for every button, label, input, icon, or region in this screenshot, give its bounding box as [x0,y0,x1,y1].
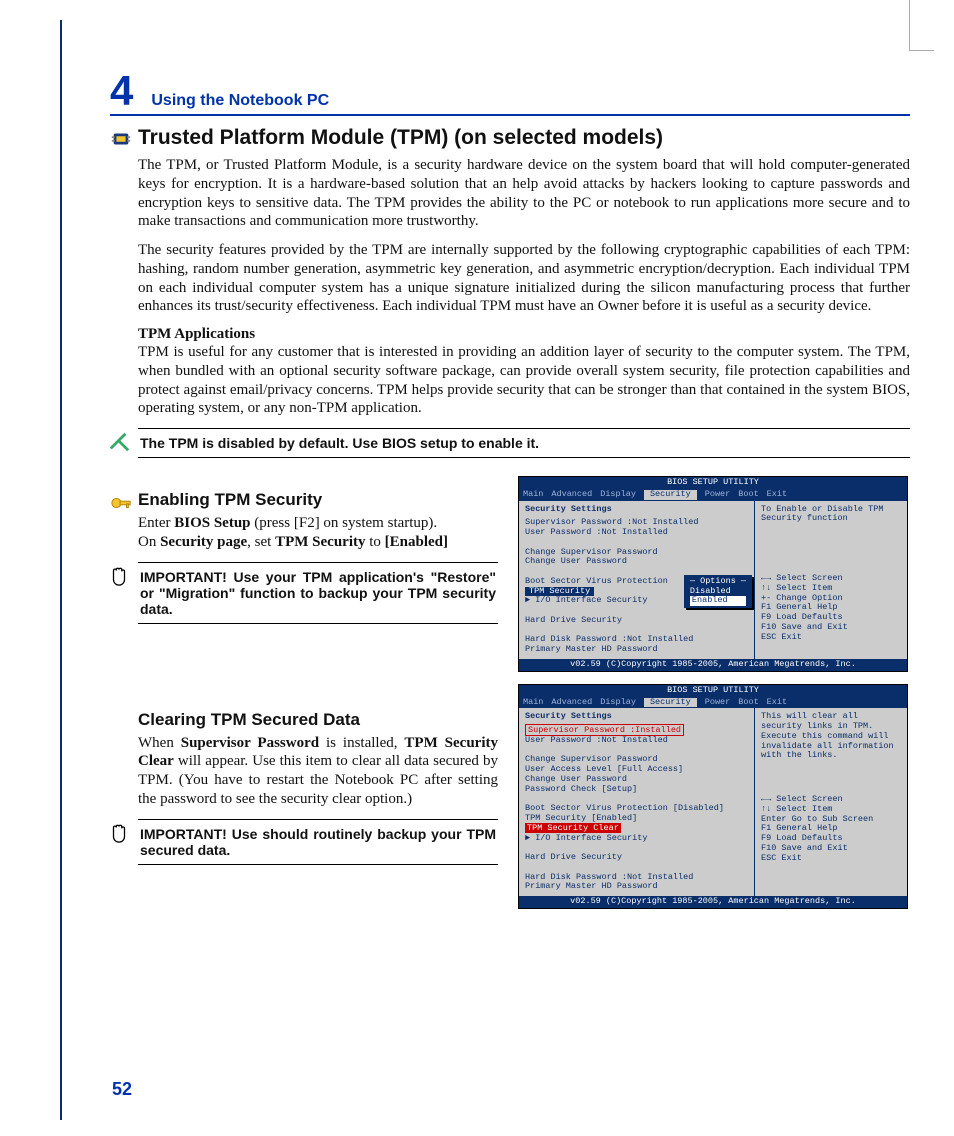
important-routine-backup: IMPORTANT! Use should routinely backup y… [138,819,498,865]
bios-help-panel: To Enable or Disable TPM Security functi… [754,501,907,659]
heading-enable-tpm: Enabling TPM Security [138,490,498,510]
h2a-text: Enabling TPM Security [138,490,322,509]
page-content: 4 Using the Notebook PC Trusted Platform… [110,70,910,921]
bios-tab-security: Security [644,490,697,500]
note-icon [108,431,130,453]
bios-main-panel: Security Settings Supervisor Password :N… [519,501,754,659]
key-icon [110,492,132,514]
chapter-title: Using the Notebook PC [151,92,329,110]
note-text: The TPM is disabled by default. Use BIOS… [140,435,539,451]
bios-screenshot-enable: BIOS SETUP UTILITY Main Advanced Display… [518,476,908,672]
left-margin-rule [60,20,62,1120]
paragraph-1: The TPM, or Trusted Platform Module, is … [138,156,910,231]
bios-title: BIOS SETUP UTILITY [519,477,907,489]
bios-main-panel: Security Settings Supervisor Password :I… [519,708,754,896]
right-column: BIOS SETUP UTILITY Main Advanced Display… [518,476,908,921]
corner-crop-mark [909,0,934,51]
bios-row-tpm-clear: TPM Security Clear [525,823,621,833]
bios-tabs: Main Advanced Display Security Power Boo… [519,489,907,501]
chapter-number: 4 [110,70,133,112]
bios-screenshot-clear: BIOS SETUP UTILITY Main Advanced Display… [518,684,908,909]
tpm-chip-icon [110,128,132,150]
bios-option-enabled: Enabled [690,596,746,606]
clear-instructions: When Supervisor Password is installed, T… [138,734,498,809]
heading-clear-tpm: Clearing TPM Secured Data [138,710,498,730]
bios-help-panel: This will clear all security links in TP… [754,708,907,896]
h2b-text: Clearing TPM Secured Data [138,710,360,729]
note-default-disabled: The TPM is disabled by default. Use BIOS… [138,428,910,458]
left-column: Enabling TPM Security Enter BIOS Setup (… [138,476,498,883]
page-number: 52 [112,1079,132,1100]
hand-stop-icon [108,822,130,844]
paragraph-2: The security features provided by the TP… [138,241,910,316]
subheading-apps: TPM Applications [138,326,910,343]
bios-tab-security: Security [644,698,697,708]
important-1-text: IMPORTANT! Use your TPM application's "R… [140,569,496,617]
important-2-text: IMPORTANT! Use should routinely backup y… [140,826,496,858]
bios-options-popup: — Options — Disabled Enabled [684,575,752,608]
bios-footer: v02.59 (C)Copyright 1985-2005, American … [519,896,907,908]
paragraph-3: TPM is useful for any customer that is i… [138,343,910,418]
important-backup-restore: IMPORTANT! Use your TPM application's "R… [138,562,498,624]
page: 4 Using the Notebook PC Trusted Platform… [0,0,954,1136]
bios-title: BIOS SETUP UTILITY [519,685,907,697]
hand-stop-icon [108,565,130,587]
bios-footer: v02.59 (C)Copyright 1985-2005, American … [519,659,907,671]
h1-text: Trusted Platform Module (TPM) (on select… [138,126,663,149]
bios-tabs: Main Advanced Display Security Power Boo… [519,697,907,709]
chapter-header: 4 Using the Notebook PC [110,70,910,116]
section-heading-tpm: Trusted Platform Module (TPM) (on select… [138,126,910,150]
enable-instructions: Enter BIOS Setup (press [F2] on system s… [138,514,498,552]
